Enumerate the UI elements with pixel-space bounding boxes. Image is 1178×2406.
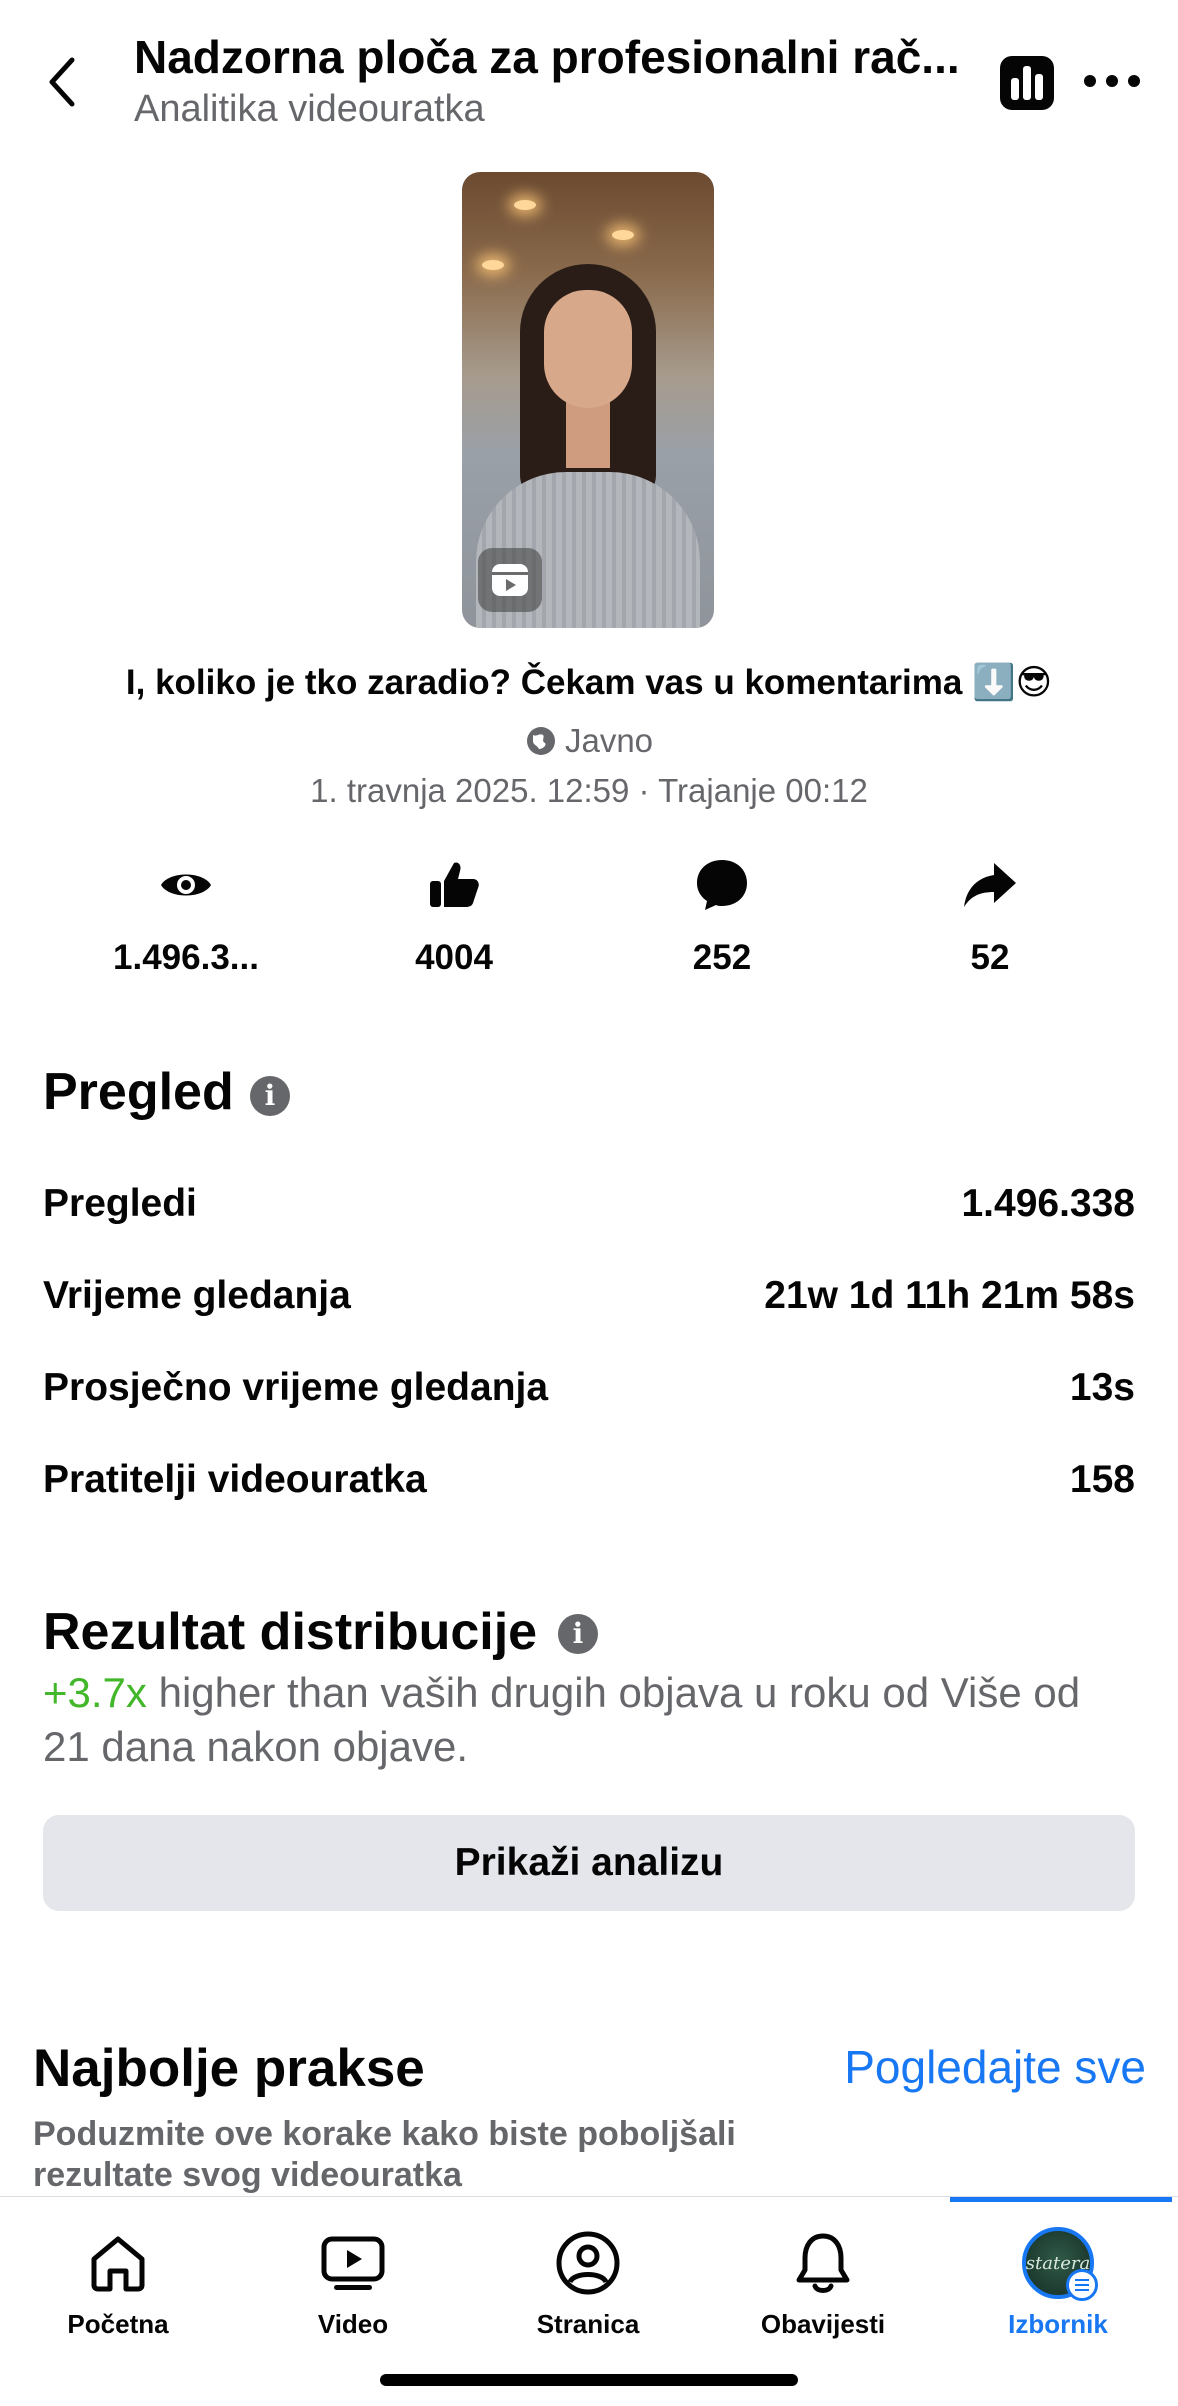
distribution-text: higher than vaših drugih objava u roku o… bbox=[43, 1669, 1081, 1770]
info-icon[interactable]: i bbox=[558, 1614, 598, 1654]
bell-icon bbox=[796, 2233, 850, 2293]
page-title: Nadzorna ploča za profesionalni rač... bbox=[134, 31, 960, 83]
insights-button[interactable] bbox=[1000, 56, 1054, 110]
shares-stat: 52 bbox=[860, 850, 1120, 978]
overview-title: Pregled bbox=[43, 1063, 234, 1121]
nav-label: Izbornik bbox=[1008, 2309, 1108, 2339]
reel-icon bbox=[478, 548, 542, 612]
comments-count: 252 bbox=[692, 938, 752, 977]
views-count: 1.496.3... bbox=[113, 938, 259, 977]
visibility-label: Javno bbox=[0, 722, 1178, 760]
chevron-left-icon bbox=[49, 57, 75, 107]
comment-icon bbox=[697, 860, 747, 910]
show-analysis-button[interactable]: Prikaži analizu bbox=[43, 1815, 1135, 1911]
thumbnail-person-neck bbox=[566, 398, 610, 468]
lamp-light bbox=[612, 230, 634, 240]
overview-row-views: Pregledi 1.496.338 bbox=[43, 1174, 1135, 1234]
row-label: Pregledi bbox=[43, 1182, 197, 1225]
overview-row-avg-watch-time: Prosječno vrijeme gledanja 13s bbox=[43, 1358, 1135, 1418]
distribution-description: +3.7x higher than vaših drugih objava u … bbox=[43, 1666, 1135, 1774]
shares-count: 52 bbox=[970, 938, 1010, 977]
active-tab-indicator bbox=[950, 2197, 1172, 2202]
distribution-multiplier: +3.7x bbox=[43, 1669, 147, 1716]
comments-stat: 252 bbox=[592, 850, 852, 978]
row-label: Vrijeme gledanja bbox=[43, 1274, 351, 1317]
eye-icon bbox=[161, 874, 211, 896]
profile-icon bbox=[556, 2231, 620, 2295]
reactions-count: 4004 bbox=[415, 938, 493, 977]
nav-item-home[interactable]: Početna bbox=[8, 2223, 228, 2340]
info-icon[interactable]: i bbox=[250, 1076, 290, 1116]
best-practices-title: Najbolje prakse bbox=[33, 2039, 425, 2098]
best-practices-description: Poduzmite ove korake kako biste poboljša… bbox=[33, 2115, 736, 2194]
reactions-stat: 4004 bbox=[324, 850, 584, 978]
row-value: 158 bbox=[1069, 1458, 1135, 1501]
lamp-light bbox=[482, 260, 504, 270]
avatar: statera bbox=[1022, 2227, 1098, 2301]
visibility-text: Javno bbox=[564, 722, 654, 759]
header: Nadzorna ploča za profesionalni rač... A… bbox=[0, 0, 1178, 150]
more-options-button[interactable] bbox=[1082, 66, 1142, 96]
home-icon bbox=[91, 2236, 145, 2292]
video-meta: 1. travnja 2025. 12:59 · Trajanje 00:12 bbox=[310, 772, 868, 809]
share-icon bbox=[964, 863, 1016, 907]
bar-chart-icon bbox=[1000, 56, 1054, 110]
nav-item-video[interactable]: Video bbox=[243, 2223, 463, 2340]
nav-label: Obavijesti bbox=[760, 2309, 886, 2339]
menu-badge-icon bbox=[1066, 2269, 1098, 2301]
thumbnail-person-face bbox=[544, 290, 632, 408]
home-indicator bbox=[380, 2374, 798, 2386]
row-value: 13s bbox=[1069, 1366, 1135, 1409]
back-button[interactable] bbox=[40, 52, 84, 112]
row-value: 1.496.338 bbox=[961, 1182, 1135, 1225]
nav-item-notifications[interactable]: Obavijesti bbox=[713, 2223, 933, 2340]
row-label: Prosječno vrijeme gledanja bbox=[43, 1366, 549, 1409]
see-all-link[interactable]: Pogledajte sve bbox=[844, 2040, 1146, 2094]
views-stat: 1.496.3... bbox=[56, 850, 316, 978]
video-icon bbox=[321, 2236, 385, 2290]
video-thumbnail[interactable] bbox=[462, 172, 714, 628]
nav-label: Video bbox=[317, 2309, 389, 2339]
more-dots-icon bbox=[1084, 75, 1140, 87]
overview-row-followers: Pratitelji videouratka 158 bbox=[43, 1450, 1135, 1510]
video-caption: I, koliko je tko zaradio? Čekam vas u ko… bbox=[125, 663, 1053, 702]
lamp-light bbox=[514, 200, 536, 210]
nav-label: Početna bbox=[67, 2309, 169, 2339]
nav-item-page[interactable]: Stranica bbox=[478, 2223, 698, 2340]
row-value: 21w 1d 11h 21m 58s bbox=[764, 1274, 1135, 1317]
nav-label: Stranica bbox=[536, 2309, 640, 2339]
globe-icon bbox=[526, 727, 555, 755]
overview-row-watch-time: Vrijeme gledanja 21w 1d 11h 21m 58s bbox=[43, 1266, 1135, 1326]
row-label: Pratitelji videouratka bbox=[43, 1458, 427, 1501]
thumbs-up-icon bbox=[430, 862, 479, 907]
distribution-title: Rezultat distribucije bbox=[43, 1603, 538, 1661]
page-subtitle: Analitika videouratka bbox=[134, 88, 485, 130]
nav-item-menu[interactable]: statera Izbornik bbox=[948, 2223, 1168, 2340]
